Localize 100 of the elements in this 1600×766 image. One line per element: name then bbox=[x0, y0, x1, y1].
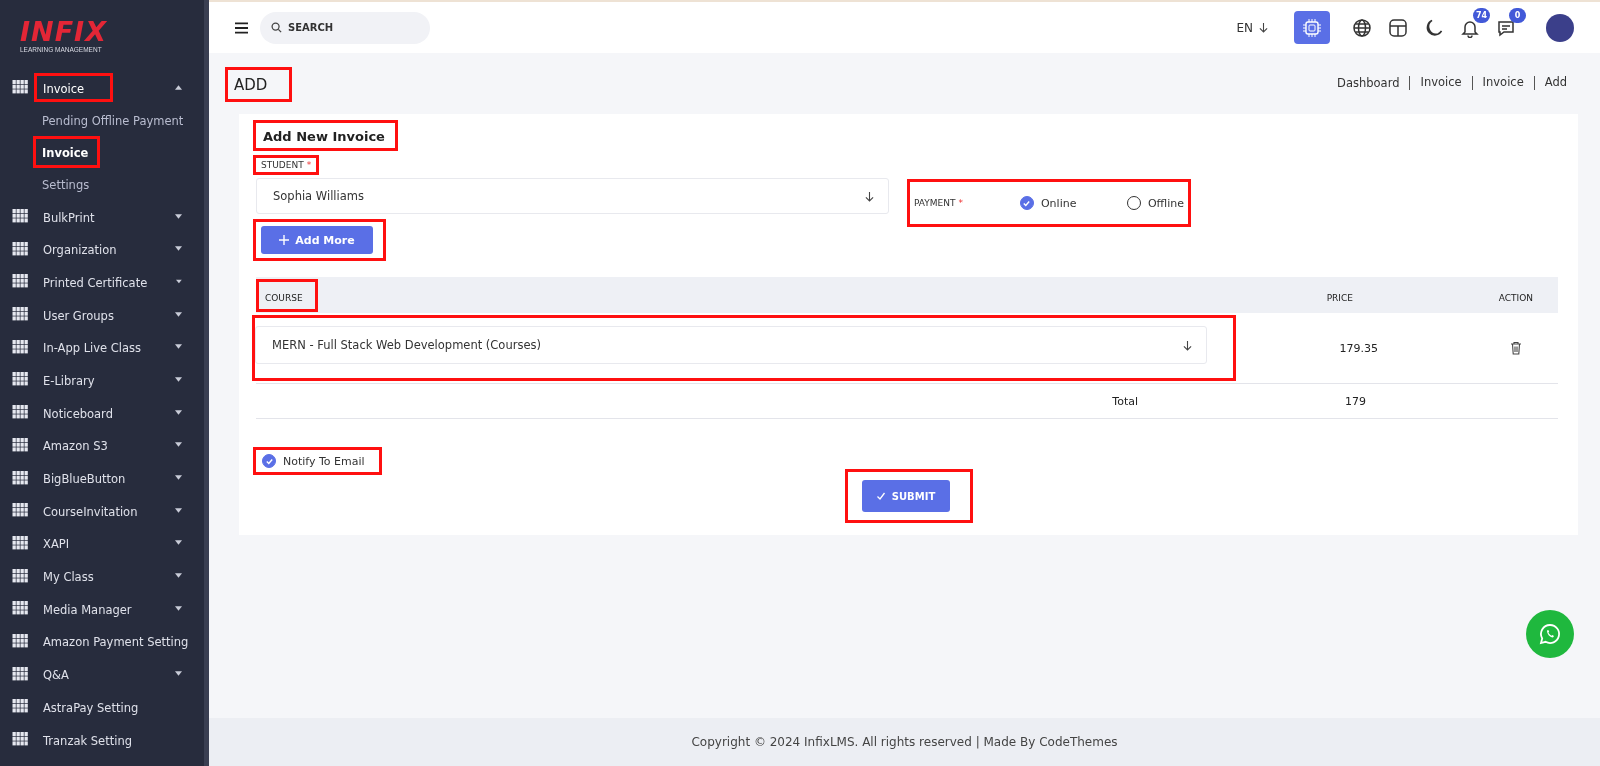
caret-icon bbox=[175, 605, 182, 611]
grid-icon bbox=[12, 535, 29, 550]
grid-icon bbox=[12, 209, 29, 224]
column-header: ACTION bbox=[1498, 292, 1533, 303]
avatar[interactable] bbox=[1546, 13, 1574, 42]
arrow-down-icon bbox=[1259, 22, 1268, 33]
sidebar-item[interactable]: In-App Live Class bbox=[43, 341, 142, 356]
sidebar-item[interactable]: Tranzak Setting bbox=[43, 733, 132, 748]
sidebar-item[interactable]: AstraPay Setting bbox=[43, 700, 139, 715]
grid-icon bbox=[12, 437, 29, 452]
add-more-button[interactable]: Add More bbox=[261, 226, 373, 254]
sidebar-item[interactable]: Q&A bbox=[43, 668, 69, 683]
arrow-down-icon bbox=[1183, 339, 1192, 351]
sidebar-item[interactable]: BulkPrint bbox=[43, 210, 95, 225]
grid-icon bbox=[12, 274, 29, 289]
caret-icon bbox=[175, 409, 182, 415]
globe-icon[interactable] bbox=[1352, 17, 1372, 38]
submit-button[interactable]: SUBMIT bbox=[861, 480, 950, 512]
submenu-item[interactable]: Invoice bbox=[42, 145, 89, 160]
radio-label[interactable]: Offline bbox=[1147, 196, 1184, 210]
grid-icon bbox=[12, 307, 29, 322]
caret-icon bbox=[175, 540, 182, 546]
sidebar-item[interactable]: Media Manager bbox=[43, 602, 132, 617]
grid-icon bbox=[12, 568, 29, 583]
trash-icon[interactable] bbox=[1510, 341, 1522, 355]
sidebar-item[interactable]: XAPI bbox=[43, 537, 70, 552]
sidebar-item[interactable]: Organization bbox=[43, 243, 117, 258]
grid-icon bbox=[12, 339, 29, 354]
grid-icon bbox=[12, 503, 29, 518]
plus-icon bbox=[279, 235, 290, 245]
logo-wordmark: INFIX bbox=[20, 18, 107, 46]
caret-icon bbox=[175, 311, 182, 317]
breadcrumb-link[interactable]: Add bbox=[1533, 76, 1567, 90]
arrow-down-icon bbox=[865, 190, 874, 202]
grid-icon bbox=[12, 666, 29, 681]
sidebar-item[interactable]: CourseInvitation bbox=[43, 504, 138, 519]
caret-icon bbox=[175, 507, 182, 513]
check-icon bbox=[1022, 198, 1032, 208]
student-label: STUDENT bbox=[261, 160, 304, 170]
caret-icon bbox=[175, 213, 182, 219]
grid-icon bbox=[12, 405, 29, 420]
caret-icon bbox=[175, 246, 182, 252]
page-title: ADD bbox=[234, 76, 268, 94]
message-count: 0 bbox=[1509, 7, 1526, 23]
caret-icon bbox=[175, 573, 182, 579]
layout-icon[interactable] bbox=[1388, 17, 1408, 38]
search-field[interactable]: SEARCH bbox=[260, 11, 430, 44]
sidebar-item[interactable]: Noticeboard bbox=[43, 406, 113, 421]
student-select[interactable]: Sophia Williams bbox=[256, 178, 889, 214]
breadcrumb-link[interactable]: Invoice bbox=[1409, 76, 1462, 90]
moon-icon[interactable] bbox=[1424, 17, 1444, 38]
caret-icon bbox=[175, 475, 182, 481]
caret-icon bbox=[176, 278, 182, 284]
grid-icon bbox=[12, 241, 29, 256]
submenu-item[interactable]: Settings bbox=[42, 177, 90, 192]
chip-icon[interactable] bbox=[1294, 11, 1330, 44]
checkbox-label[interactable]: Notify To Email bbox=[283, 454, 365, 468]
column-header: COURSE bbox=[265, 292, 303, 303]
check-icon bbox=[264, 456, 274, 466]
required-mark: * bbox=[306, 160, 312, 170]
grid-icon bbox=[12, 633, 29, 648]
column-header: PRICE bbox=[1326, 292, 1353, 303]
course-select[interactable]: MERN - Full Stack Web Development (Courses) bbox=[255, 326, 1207, 364]
grid-icon bbox=[12, 732, 29, 747]
grid-icon bbox=[12, 699, 29, 714]
caret-icon bbox=[175, 671, 182, 677]
grid-icon bbox=[12, 470, 29, 485]
sidebar-item[interactable]: Amazon Payment Setting bbox=[43, 635, 189, 650]
menu-icon[interactable] bbox=[235, 21, 248, 34]
sidebar-item[interactable]: BigBlueButton bbox=[43, 472, 126, 487]
language-selector[interactable]: EN bbox=[1236, 20, 1253, 35]
search-icon bbox=[271, 21, 282, 33]
checkbox[interactable] bbox=[262, 454, 276, 468]
sidebar-item[interactable]: Printed Certificate bbox=[43, 275, 148, 290]
breadcrumb-link[interactable]: Dashboard bbox=[1337, 76, 1400, 90]
sidebar-item[interactable]: User Groups bbox=[43, 308, 114, 323]
caret-icon bbox=[175, 344, 182, 350]
price-cell: 179.35 bbox=[1339, 341, 1378, 355]
grid-icon bbox=[12, 601, 29, 616]
total-value: 179 bbox=[1345, 394, 1366, 408]
footer-copyright: Copyright © 2024 InfixLMS. All rights reserved | Made By CodeThemes bbox=[691, 735, 1118, 749]
radio-label[interactable]: Online bbox=[1040, 196, 1077, 210]
required-mark: * bbox=[958, 198, 963, 208]
sidebar-item[interactable]: Invoice bbox=[43, 81, 85, 96]
chat-bubble-icon[interactable] bbox=[1526, 610, 1574, 658]
sidebar-item[interactable]: My Class bbox=[43, 570, 94, 585]
total-label: Total bbox=[1112, 394, 1138, 408]
caret-icon bbox=[175, 84, 182, 90]
sidebar-item[interactable]: Amazon S3 bbox=[43, 439, 108, 454]
notification-count: 74 bbox=[1473, 7, 1490, 23]
radio-button[interactable] bbox=[1019, 196, 1034, 210]
sidebar-item[interactable]: E-Library bbox=[43, 373, 95, 388]
caret-icon bbox=[175, 442, 182, 448]
grid-icon bbox=[12, 372, 29, 387]
submenu-item[interactable]: Pending Offline Payment bbox=[42, 113, 184, 128]
grid-icon bbox=[12, 80, 29, 95]
breadcrumb-link[interactable]: Invoice bbox=[1471, 76, 1524, 90]
caret-icon bbox=[175, 376, 182, 382]
form-title: Add New Invoice bbox=[263, 129, 385, 144]
payment-label: PAYMENT bbox=[914, 198, 956, 208]
